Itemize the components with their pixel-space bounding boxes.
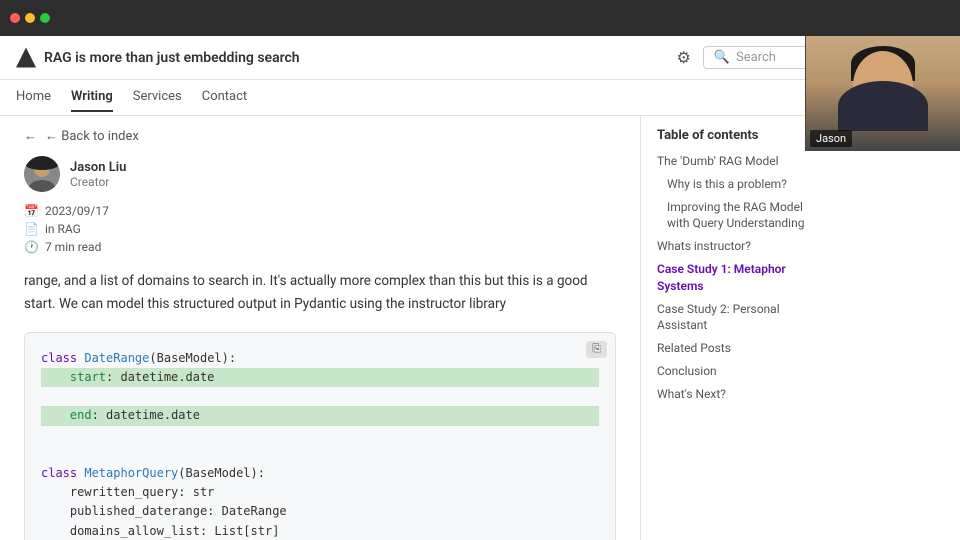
code-block-1: ⎘ class DateRange(BaseModel): start: dat… (24, 332, 616, 540)
back-arrow-icon: ← (24, 128, 37, 144)
maximize-button[interactable] (40, 13, 50, 23)
metadata-category-row: 📄 in RAG (24, 222, 616, 236)
browser-controls (10, 13, 50, 23)
author-avatar (24, 156, 60, 192)
browser-content: RAG is more than just embedding search ⚙… (0, 36, 960, 540)
code-content-1: class DateRange(BaseModel): start: datet… (41, 349, 599, 540)
nav-writing[interactable]: Writing (71, 83, 113, 112)
article: ← ← Back to index (0, 116, 640, 540)
nav-home[interactable]: Home (16, 83, 51, 112)
back-link[interactable]: ← ← Back to index (24, 128, 616, 144)
settings-icon[interactable]: ⚙ (676, 48, 690, 67)
nav-services[interactable]: Services (133, 83, 182, 112)
toc-title: Table of contents (657, 128, 824, 143)
video-overlay: Jason (805, 36, 960, 151)
toc-item-3[interactable]: Improving the RAG Model with Query Under… (657, 199, 824, 233)
metadata-category: in RAG (45, 222, 81, 236)
toc-item-9[interactable]: What's Next? (657, 386, 824, 403)
toc-item-1[interactable]: The 'Dumb' RAG Model (657, 153, 824, 170)
metadata-date-row: 📅 2023/09/17 (24, 204, 616, 218)
search-icon: 🔍 (714, 50, 730, 65)
metadata-readtime: 7 min read (45, 240, 101, 254)
browser-bar (0, 0, 960, 36)
toc-item-7[interactable]: Related Posts (657, 340, 824, 357)
body-shape (838, 81, 928, 131)
calendar-icon: 📅 (24, 204, 39, 218)
author-row: Jason Liu Creator (24, 156, 616, 192)
close-button[interactable] (10, 13, 20, 23)
author-role: Creator (70, 175, 126, 189)
author-info: Jason Liu Creator (70, 160, 126, 189)
clock-icon: 🕐 (24, 240, 39, 254)
category-icon: 📄 (24, 222, 39, 236)
toc-sidebar: Table of contents The 'Dumb' RAG Model W… (640, 116, 840, 540)
nav-title: RAG is more than just embedding search (44, 50, 300, 66)
code-copy-button-1[interactable]: ⎘ (586, 341, 607, 358)
logo-icon (16, 48, 36, 68)
toc-item-4[interactable]: Whats instructor? (657, 238, 824, 255)
metadata: 📅 2023/09/17 📄 in RAG 🕐 7 min read (24, 204, 616, 254)
article-intro-text: range, and a list of domains to search i… (24, 270, 616, 316)
toc-item-5[interactable]: Case Study 1: Metaphor Systems (657, 261, 824, 295)
metadata-readtime-row: 🕐 7 min read (24, 240, 616, 254)
minimize-button[interactable] (25, 13, 35, 23)
main-content: ← ← Back to index (0, 116, 960, 540)
nav-logo: RAG is more than just embedding search (16, 48, 300, 68)
back-link-label: ← Back to index (45, 128, 139, 144)
browser-frame: RAG is more than just embedding search ⚙… (0, 0, 960, 540)
toc-item-6[interactable]: Case Study 2: Personal Assistant (657, 301, 824, 335)
toc-item-2[interactable]: Why is this a problem? (657, 176, 824, 193)
toc-item-8[interactable]: Conclusion (657, 363, 824, 380)
video-name-tag: Jason (810, 130, 852, 147)
author-name: Jason Liu (70, 160, 126, 175)
search-placeholder: Search (736, 50, 776, 65)
nav-contact[interactable]: Contact (202, 83, 247, 112)
metadata-date: 2023/09/17 (45, 204, 109, 218)
